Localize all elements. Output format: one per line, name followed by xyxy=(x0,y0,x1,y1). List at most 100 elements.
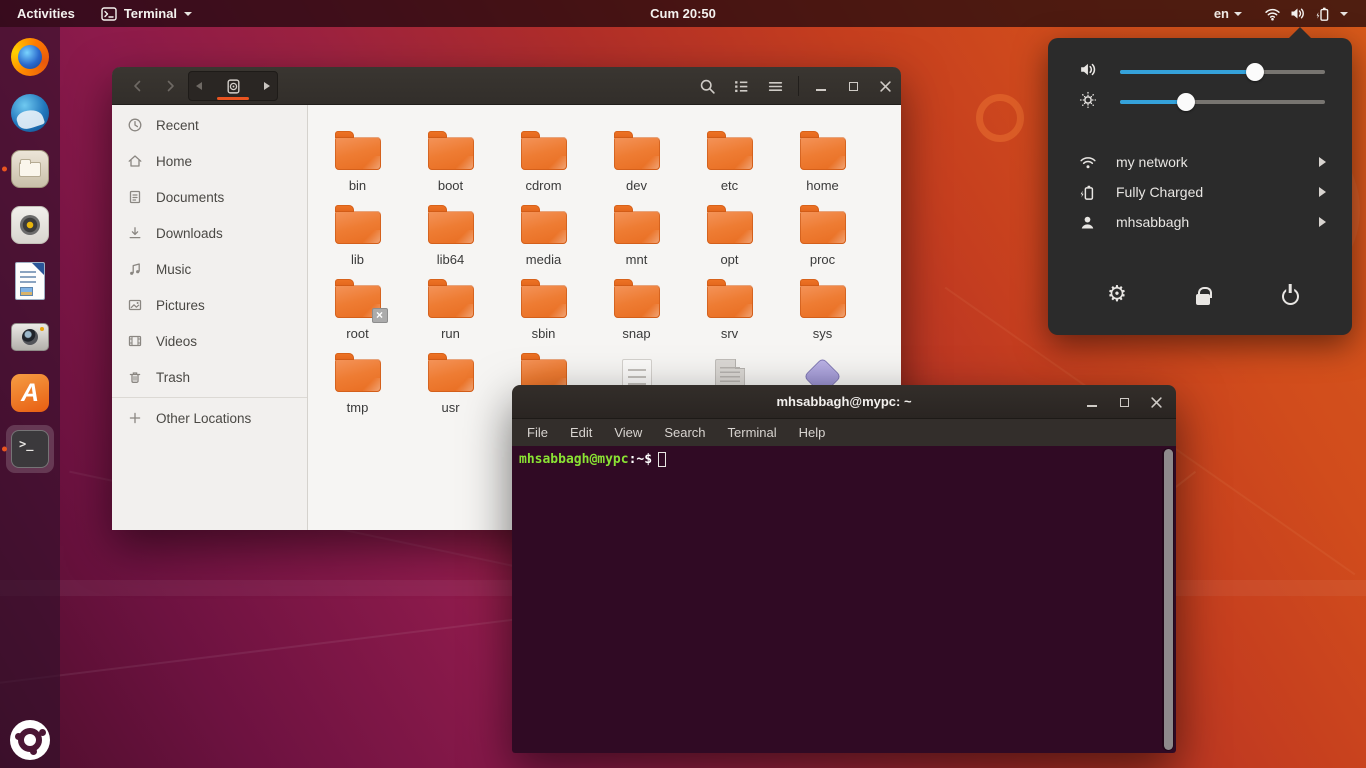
sidebar-item-downloads[interactable]: Downloads xyxy=(112,215,307,251)
keyboard-layout-button[interactable]: en xyxy=(1208,6,1248,21)
folder-item-sys[interactable]: sys xyxy=(776,272,869,346)
folder-icon xyxy=(707,285,753,318)
folder-icon xyxy=(521,285,567,318)
list-view-button[interactable] xyxy=(724,67,758,105)
folder-icon xyxy=(614,211,660,244)
power-button[interactable] xyxy=(1270,277,1310,313)
submenu-arrow-icon xyxy=(1319,217,1326,227)
lock-icon xyxy=(1196,294,1210,305)
sidebar-item-videos[interactable]: Videos xyxy=(112,323,307,359)
folder-icon xyxy=(521,211,567,244)
firefox-icon xyxy=(11,38,49,76)
gear-icon: ⚙ xyxy=(1107,284,1127,306)
dock-item-ubuntu-software[interactable]: A xyxy=(10,373,50,413)
dock-item-camera[interactable] xyxy=(10,317,50,357)
sidebar-item-recent[interactable]: Recent xyxy=(112,107,307,143)
folder-item-media[interactable]: media xyxy=(497,198,590,272)
chevron-down-icon xyxy=(1340,12,1348,16)
sidebar-item-other-locations[interactable]: Other Locations xyxy=(112,400,307,436)
folder-item-snap[interactable]: snap xyxy=(590,272,683,346)
dock-item-terminal[interactable]: >_ xyxy=(10,429,50,469)
folder-item-home[interactable]: home xyxy=(776,124,869,198)
menu-terminal[interactable]: Terminal xyxy=(724,423,781,442)
system-menu-actions: ⚙ xyxy=(1048,277,1352,313)
dock-item-files[interactable] xyxy=(10,149,50,189)
sidebar-item-pictures[interactable]: Pictures xyxy=(112,287,307,323)
folder-item-proc[interactable]: proc xyxy=(776,198,869,272)
folder-label: usr xyxy=(441,401,459,414)
sidebar-item-music[interactable]: Music xyxy=(112,251,307,287)
sidebar-item-label: Recent xyxy=(156,118,199,133)
folder-item-bin[interactable]: bin xyxy=(311,124,404,198)
menu-edit[interactable]: Edit xyxy=(566,423,596,442)
forward-button[interactable] xyxy=(156,71,186,101)
folder-icon xyxy=(428,211,474,244)
folder-item-root[interactable]: ×root xyxy=(311,272,404,346)
menu-item-battery[interactable]: Fully Charged xyxy=(1048,177,1352,207)
back-button[interactable] xyxy=(122,71,152,101)
clock-button[interactable]: Cum 20:50 xyxy=(645,0,721,27)
menu-item-network[interactable]: my network xyxy=(1048,147,1352,177)
menu-item-user[interactable]: mhsabbagh xyxy=(1048,207,1352,237)
folder-item-opt[interactable]: opt xyxy=(683,198,776,272)
menu-button[interactable] xyxy=(758,67,792,105)
dock-item-rhythmbox[interactable] xyxy=(10,205,50,245)
folder-item-lib[interactable]: lib xyxy=(311,198,404,272)
folder-label: lib xyxy=(351,253,364,266)
activities-button[interactable]: Activities xyxy=(12,0,80,27)
volume-slider[interactable] xyxy=(1120,70,1325,74)
terminal-menubar: File Edit View Search Terminal Help xyxy=(512,419,1176,446)
settings-button[interactable]: ⚙ xyxy=(1097,277,1137,313)
folder-item-dev[interactable]: dev xyxy=(590,124,683,198)
files-headerbar[interactable] xyxy=(112,67,901,105)
folder-item-sbin[interactable]: sbin xyxy=(497,272,590,346)
folder-item-boot[interactable]: boot xyxy=(404,124,497,198)
folder-item-srv[interactable]: srv xyxy=(683,272,776,346)
volume-slider-knob[interactable] xyxy=(1246,63,1264,81)
folder-label: etc xyxy=(721,179,738,192)
lock-button[interactable] xyxy=(1183,277,1223,313)
app-menu-button[interactable]: Terminal xyxy=(96,0,197,27)
dock-item-firefox[interactable] xyxy=(10,37,50,77)
sidebar-item-label: Trash xyxy=(156,370,190,385)
close-button[interactable] xyxy=(869,67,901,105)
scrollbar-thumb[interactable] xyxy=(1164,449,1173,750)
brightness-slider-knob[interactable] xyxy=(1177,93,1195,111)
menu-file[interactable]: File xyxy=(523,423,552,442)
folder-item-mnt[interactable]: mnt xyxy=(590,198,683,272)
system-status-menu-button[interactable] xyxy=(1256,6,1356,22)
files-icon xyxy=(11,150,49,188)
user-icon xyxy=(1079,214,1096,231)
folder-item-run[interactable]: run xyxy=(404,272,497,346)
folder-item-tmp[interactable]: tmp xyxy=(311,346,404,420)
show-applications-button[interactable] xyxy=(10,720,50,760)
folder-item-etc[interactable]: etc xyxy=(683,124,776,198)
sidebar-item-home[interactable]: Home xyxy=(112,143,307,179)
minimize-button[interactable] xyxy=(805,67,837,105)
folder-item-lib64[interactable]: lib64 xyxy=(404,198,497,272)
folder-label: dev xyxy=(626,179,647,192)
menu-help[interactable]: Help xyxy=(795,423,830,442)
dock-item-thunderbird[interactable] xyxy=(10,93,50,133)
folder-item-usr[interactable]: usr xyxy=(404,346,497,420)
terminal-titlebar[interactable]: mhsabbagh@mypc: ~ xyxy=(512,385,1176,419)
maximize-button[interactable] xyxy=(837,67,869,105)
dock-item-libreoffice-writer[interactable] xyxy=(10,261,50,301)
terminal-scrollbar[interactable] xyxy=(1162,448,1174,751)
menu-view[interactable]: View xyxy=(610,423,646,442)
sidebar-item-trash[interactable]: Trash xyxy=(112,359,307,395)
path-segment-filesystem-root[interactable] xyxy=(216,71,250,101)
path-scroll-right-icon[interactable] xyxy=(264,82,270,90)
minimize-button[interactable] xyxy=(1076,383,1108,421)
maximize-button[interactable] xyxy=(1108,383,1140,421)
terminal-screen[interactable]: mhsabbagh@mypc:~$ xyxy=(512,446,1176,753)
search-button[interactable] xyxy=(690,67,724,105)
sidebar-item-documents[interactable]: Documents xyxy=(112,179,307,215)
folder-item-cdrom[interactable]: cdrom xyxy=(497,124,590,198)
folder-grid: bin boot cdrom dev etc home lib lib64 me… xyxy=(311,124,869,420)
menu-search[interactable]: Search xyxy=(660,423,709,442)
brightness-slider[interactable] xyxy=(1120,100,1325,104)
path-scroll-left-icon[interactable] xyxy=(196,82,202,90)
close-button[interactable] xyxy=(1140,383,1172,421)
folder-icon: × xyxy=(335,285,381,318)
